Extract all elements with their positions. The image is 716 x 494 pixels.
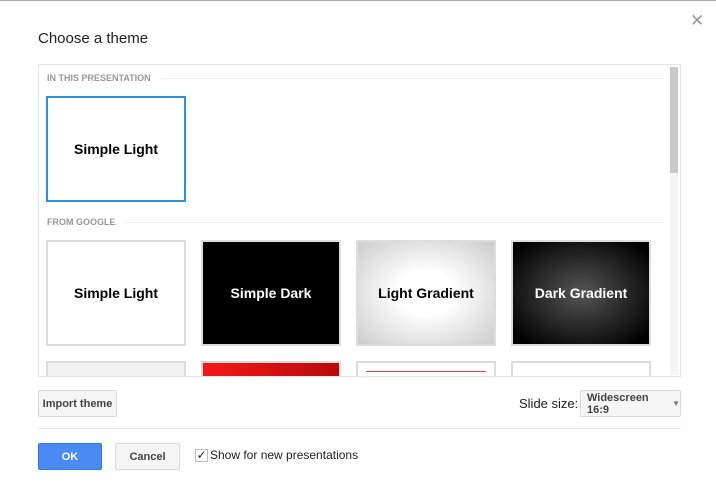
- cancel-button[interactable]: Cancel: [115, 443, 180, 470]
- slide-size-value: Widescreen 16:9: [587, 391, 649, 416]
- red-rule: [366, 371, 486, 372]
- section-header-google: FROM GOOGLE: [47, 217, 664, 227]
- theme-simple-light[interactable]: Simple Light: [46, 240, 186, 346]
- theme-label: Light Gradient: [378, 285, 474, 301]
- theme-label: Dark Gradient: [534, 285, 628, 301]
- section-header-current: IN THIS PRESENTATION: [47, 73, 664, 83]
- slide-size-label: Slide size:: [519, 396, 579, 411]
- checkmark-icon[interactable]: ✓: [195, 448, 208, 462]
- slide-size-dropdown[interactable]: Widescreen 16:9 ▼: [580, 390, 681, 417]
- theme-dark-gradient[interactable]: Dark Gradient: [511, 240, 651, 346]
- theme-label: Simple Light: [74, 141, 158, 157]
- section-label: IN THIS PRESENTATION: [47, 73, 151, 83]
- theme-light-gradient[interactable]: Light Gradient: [356, 240, 496, 346]
- divider: [38, 428, 681, 429]
- theme-tile[interactable]: [356, 361, 496, 376]
- dialog-title: Choose a theme: [38, 30, 149, 47]
- section-label: FROM GOOGLE: [47, 217, 116, 227]
- close-icon[interactable]: ✕: [690, 11, 704, 31]
- theme-tile[interactable]: [511, 361, 651, 376]
- theme-tile[interactable]: [201, 361, 341, 376]
- scrollbar-thumb[interactable]: [670, 67, 678, 173]
- show-for-new-checkbox[interactable]: ✓ Show for new presentations: [195, 448, 358, 462]
- theme-label: Simple Dark: [230, 285, 312, 301]
- theme-current-simple-light[interactable]: Simple Light: [46, 96, 186, 202]
- theme-label: Simple Light: [74, 285, 158, 301]
- theme-tile[interactable]: [46, 361, 186, 376]
- chevron-down-icon: ▼: [672, 399, 680, 408]
- theme-list[interactable]: IN THIS PRESENTATION Simple Light FROM G…: [38, 64, 681, 377]
- import-theme-button[interactable]: Import theme: [38, 390, 117, 417]
- scrollbar[interactable]: [670, 67, 678, 375]
- theme-simple-dark[interactable]: Simple Dark: [201, 240, 341, 346]
- ok-button[interactable]: OK: [38, 443, 102, 470]
- checkbox-label: Show for new presentations: [210, 448, 359, 462]
